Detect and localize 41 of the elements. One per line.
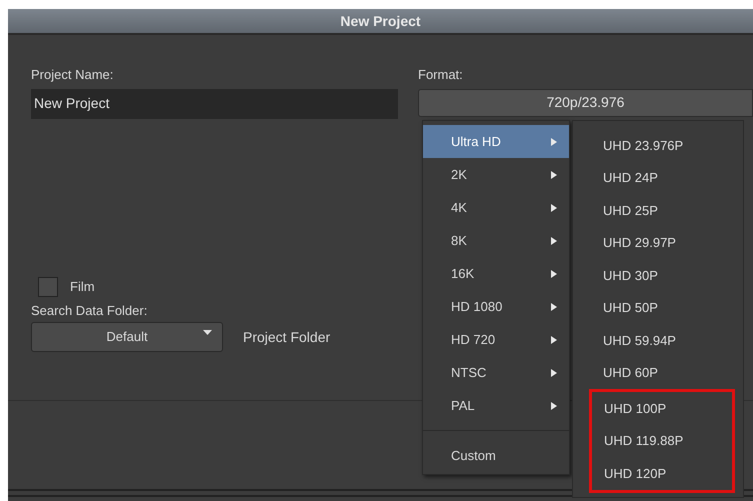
field-label: Format: bbox=[418, 66, 464, 84]
caret-icon bbox=[551, 336, 557, 344]
caret-icon bbox=[551, 204, 557, 212]
menu-item[interactable]: HD 720 bbox=[423, 323, 569, 356]
caret-icon bbox=[551, 236, 557, 244]
menu-item[interactable]: UHD 25P bbox=[573, 194, 743, 226]
menu-item[interactable]: UHD 24P bbox=[573, 162, 743, 194]
window-title: New Project bbox=[340, 12, 421, 31]
menu-item[interactable]: PAL bbox=[423, 389, 569, 422]
field-label: Search Data Folder: bbox=[31, 302, 148, 320]
menu-item[interactable]: HD 1080 bbox=[423, 290, 569, 323]
caret-icon bbox=[551, 170, 557, 178]
menu-item[interactable]: Custom bbox=[423, 439, 569, 472]
menu-item[interactable]: UHD 30P bbox=[573, 259, 743, 292]
film-checkbox[interactable] bbox=[38, 276, 58, 296]
dropdown-arrow-icon bbox=[203, 330, 212, 335]
caret-icon bbox=[551, 138, 557, 146]
menu-item[interactable]: 2K bbox=[423, 158, 569, 191]
field-label: Project Name: bbox=[31, 66, 114, 84]
menu-item[interactable]: UHD 29.97P bbox=[573, 226, 743, 259]
menu-item[interactable]: Ultra HD bbox=[423, 125, 569, 158]
caret-icon bbox=[551, 368, 557, 376]
checkbox-label: Film bbox=[70, 278, 95, 296]
project-name-field[interactable]: New Project bbox=[31, 88, 398, 118]
menu-item[interactable]: UHD 50P bbox=[573, 292, 743, 324]
menu-item[interactable]: 16K bbox=[423, 257, 569, 290]
caret-icon bbox=[551, 302, 557, 310]
menu-item[interactable]: UHD 100P bbox=[592, 392, 732, 424]
menu-item[interactable]: UHD 60P bbox=[573, 356, 743, 389]
menu-item[interactable]: 8K bbox=[423, 224, 569, 257]
caret-icon bbox=[551, 402, 557, 410]
menu-item[interactable]: 4K bbox=[423, 191, 569, 224]
menu-item[interactable]: UHD 59.94P bbox=[573, 324, 743, 356]
caret-icon bbox=[551, 270, 557, 278]
menu-item[interactable]: NTSC bbox=[423, 356, 569, 389]
folder-dropdown[interactable]: Default bbox=[31, 322, 223, 352]
menu-item[interactable]: UHD 119.88P bbox=[592, 424, 732, 457]
folder-label: Project Folder bbox=[243, 328, 330, 347]
menu-item[interactable]: UHD 120P bbox=[592, 457, 732, 490]
menu-item[interactable]: UHD 23.976P bbox=[573, 129, 743, 162]
format-dropdown[interactable]: 720p/23.976 bbox=[418, 88, 753, 116]
